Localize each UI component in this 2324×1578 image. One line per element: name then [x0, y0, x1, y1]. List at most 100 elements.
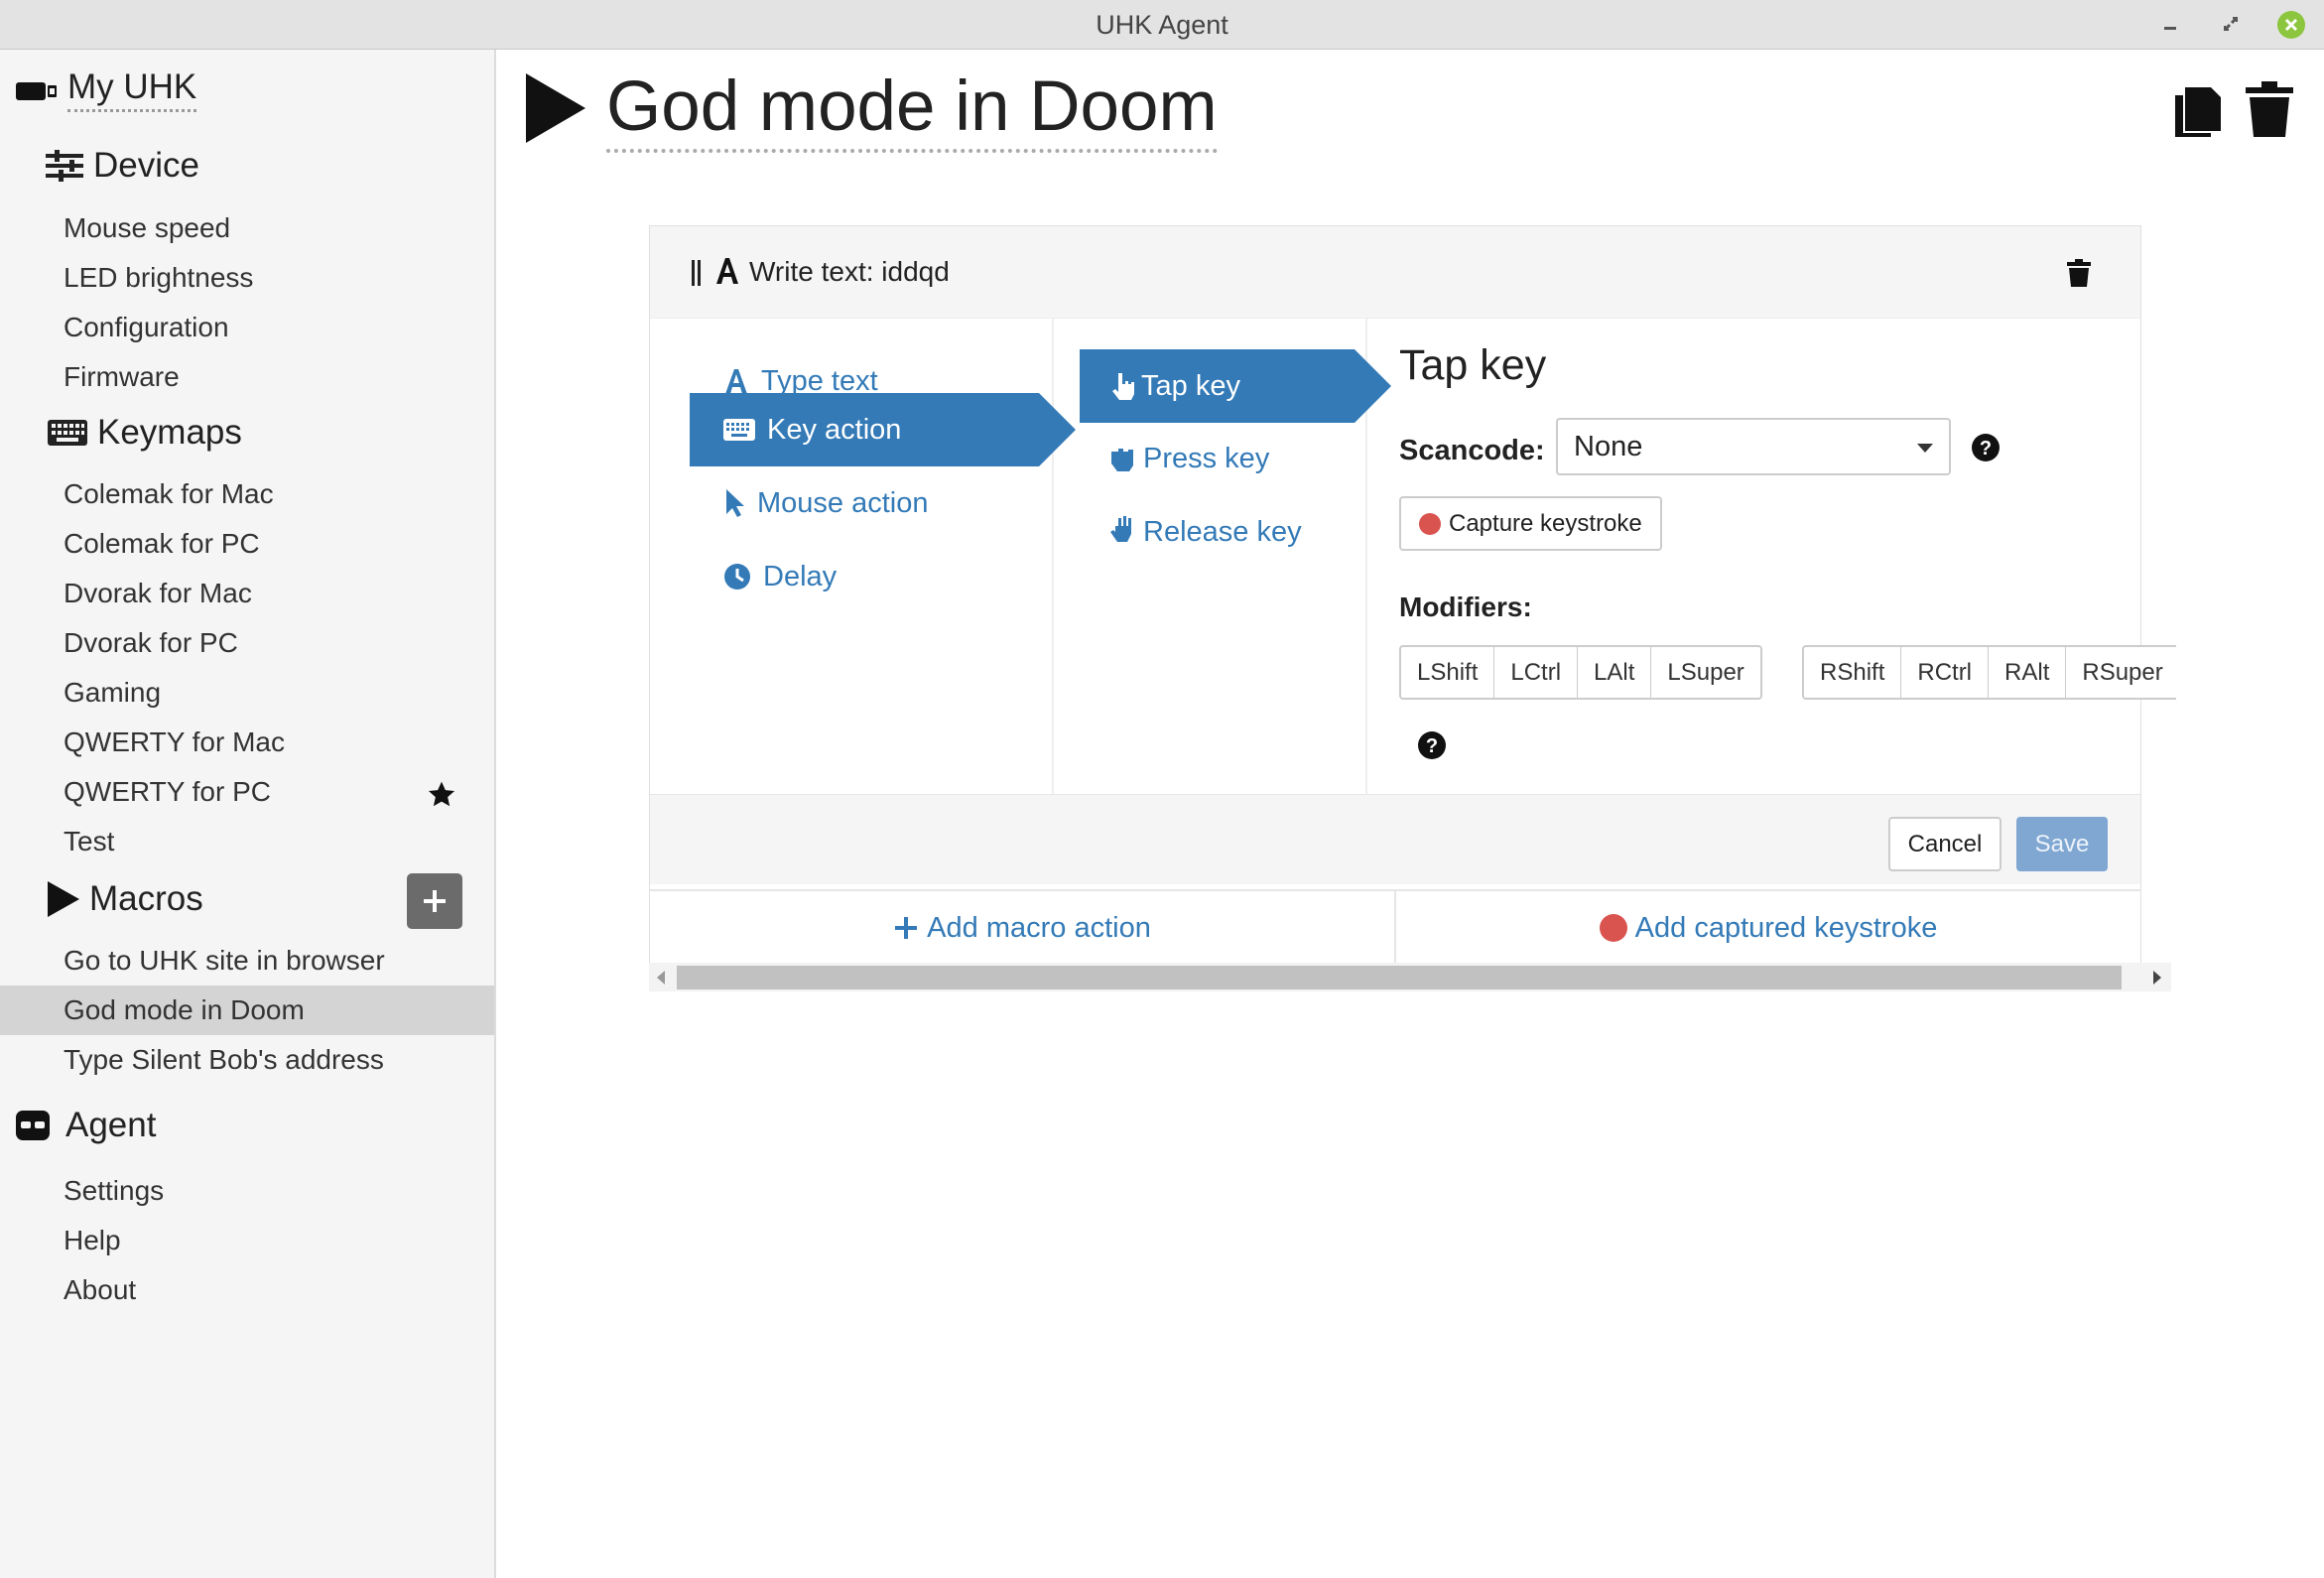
modifier-lctrl[interactable]: LCtrl [1494, 647, 1579, 698]
sidebar-section-keymaps: Keymaps [48, 413, 242, 453]
question-circle-icon[interactable]: ? [1971, 433, 2001, 462]
record-icon [1599, 914, 1627, 942]
save-button[interactable]: Save [2016, 817, 2108, 871]
sidebar-item-help[interactable]: Help [0, 1216, 494, 1265]
modifier-rctrl[interactable]: RCtrl [1901, 647, 1990, 698]
sidebar-item-about[interactable]: About [0, 1265, 494, 1315]
modifiers-label: Modifiers: [1399, 592, 1532, 622]
clock-icon [723, 563, 751, 591]
question-circle-icon[interactable]: ? [1417, 730, 1447, 760]
delete-macro-icon[interactable] [2246, 81, 2293, 139]
right-modifiers-group: RShift RCtrl RAlt RSuper [1802, 645, 2176, 700]
duplicate-macro-icon[interactable] [2171, 81, 2223, 139]
hand-rock-icon [1109, 444, 1137, 473]
device-heading: Device [93, 146, 199, 185]
macro-play-icon [524, 71, 587, 145]
tab-mouse-action-label: Mouse action [757, 486, 929, 519]
keymaps-heading: Keymaps [97, 413, 242, 452]
column-divider [1052, 318, 1054, 794]
horizontal-scrollbar[interactable] [649, 963, 2171, 991]
sidebar-item-macro-active[interactable]: God mode in Doom [0, 986, 494, 1035]
scancode-select[interactable]: None [1556, 418, 1951, 475]
sidebar-item-keymap[interactable]: QWERTY for PC [0, 767, 494, 817]
close-icon[interactable] [2277, 11, 2305, 39]
tab-key-action[interactable]: Key action [690, 393, 1076, 466]
scancode-label: Scancode: [1399, 435, 1545, 466]
add-captured-keystroke-label: Add captured keystroke [1634, 911, 1938, 944]
svg-text:?: ? [1426, 735, 1438, 757]
sidebar-item-macro[interactable]: Go to UHK site in browser [0, 936, 494, 986]
sidebar-item-keymap[interactable]: QWERTY for Mac [0, 718, 494, 767]
svg-text:?: ? [1980, 438, 1992, 460]
capture-keystroke-label: Capture keystroke [1449, 509, 1642, 537]
macro-action-panel: Write text: iddqd Type text Key action M… [649, 225, 2176, 965]
tab-release-key[interactable]: Release key [1080, 495, 1355, 569]
sidebar-item-mouse-speed[interactable]: Mouse speed [0, 203, 494, 253]
sidebar-item-keymap[interactable]: Colemak for PC [0, 519, 494, 569]
tab-delay[interactable]: Delay [690, 540, 1039, 613]
agent-heading: Agent [65, 1106, 157, 1144]
sidebar-section-macros: Macros [48, 879, 203, 919]
sidebar: My UHK Device Mouse speed LED brightness… [0, 50, 496, 1578]
scancode-value: None [1574, 431, 1643, 462]
font-icon [723, 367, 749, 395]
play-icon [48, 881, 79, 917]
keyboard-icon [48, 419, 87, 447]
minimize-icon[interactable] [2159, 13, 2183, 37]
default-keymap-star-icon[interactable] [426, 779, 457, 811]
mouse-pointer-icon [723, 488, 745, 518]
hand-pointer-icon [1109, 371, 1135, 401]
maximize-icon[interactable] [2219, 13, 2243, 37]
cancel-button[interactable]: Cancel [1888, 817, 2001, 871]
add-actions-row: Add macro action Add captured keystroke [650, 889, 2140, 965]
record-icon [1419, 512, 1441, 535]
modifier-lsuper[interactable]: LSuper [1651, 647, 1759, 698]
modifier-rsuper[interactable]: RSuper [2066, 647, 2176, 698]
title-bar: UHK Agent [0, 0, 2324, 50]
tab-press-key-label: Press key [1143, 442, 1270, 474]
sidebar-item-settings[interactable]: Settings [0, 1166, 494, 1216]
modifier-lalt[interactable]: LAlt [1578, 647, 1652, 698]
trash-icon[interactable] [2067, 259, 2091, 287]
sidebar-item-keymap[interactable]: Test [0, 817, 494, 866]
capture-keystroke-button[interactable]: Capture keystroke [1399, 496, 1662, 551]
scroll-right-arrow-icon[interactable] [2153, 971, 2161, 985]
tab-tap-key-label: Tap key [1141, 369, 1240, 402]
modifier-ralt[interactable]: RAlt [1989, 647, 2067, 698]
my-uhk-label: My UHK [67, 67, 197, 112]
tab-key-action-label: Key action [767, 413, 902, 446]
tab-mouse-action[interactable]: Mouse action [690, 466, 1039, 540]
tab-press-key[interactable]: Press key [1080, 422, 1355, 495]
sidebar-section-agent: Agent [16, 1106, 156, 1145]
add-macro-button[interactable] [407, 873, 462, 929]
drag-handle-icon[interactable] [691, 260, 703, 286]
add-macro-action-button[interactable]: Add macro action [650, 891, 1394, 965]
sliders-icon [46, 150, 83, 182]
font-icon [714, 256, 740, 286]
sidebar-section-device: Device [46, 146, 199, 186]
modifier-lshift[interactable]: LShift [1401, 647, 1495, 698]
left-modifiers-group: LShift LCtrl LAlt LSuper [1399, 645, 1762, 700]
keyboard-icon [723, 419, 755, 441]
action-header-text: Write text: iddqd [749, 256, 950, 287]
add-captured-keystroke-button[interactable]: Add captured keystroke [1396, 891, 2140, 965]
sidebar-item-led-brightness[interactable]: LED brightness [0, 253, 494, 303]
sidebar-item-keymap[interactable]: Dvorak for Mac [0, 569, 494, 618]
sidebar-item-keymap[interactable]: Dvorak for PC [0, 618, 494, 668]
window-title: UHK Agent [1096, 10, 1228, 40]
macro-title[interactable]: God mode in Doom [606, 66, 1218, 153]
modifier-rshift[interactable]: RShift [1804, 647, 1902, 698]
sidebar-item-macro[interactable]: Type Silent Bob's address [0, 1035, 494, 1085]
scroll-left-arrow-icon[interactable] [657, 971, 665, 985]
plus-icon [893, 915, 919, 941]
scrollbar-thumb[interactable] [677, 966, 2122, 989]
sidebar-item-firmware[interactable]: Firmware [0, 352, 494, 402]
sidebar-item-keymap[interactable]: Gaming [0, 668, 494, 718]
keyboard-device-icon [16, 77, 58, 103]
sidebar-item-keymap[interactable]: Colemak for Mac [0, 469, 494, 519]
sidebar-my-uhk[interactable]: My UHK [16, 67, 197, 112]
action-header[interactable]: Write text: iddqd [650, 226, 2140, 319]
macros-heading: Macros [89, 879, 203, 918]
sidebar-item-configuration[interactable]: Configuration [0, 303, 494, 352]
tab-tap-key[interactable]: Tap key [1080, 349, 1391, 423]
